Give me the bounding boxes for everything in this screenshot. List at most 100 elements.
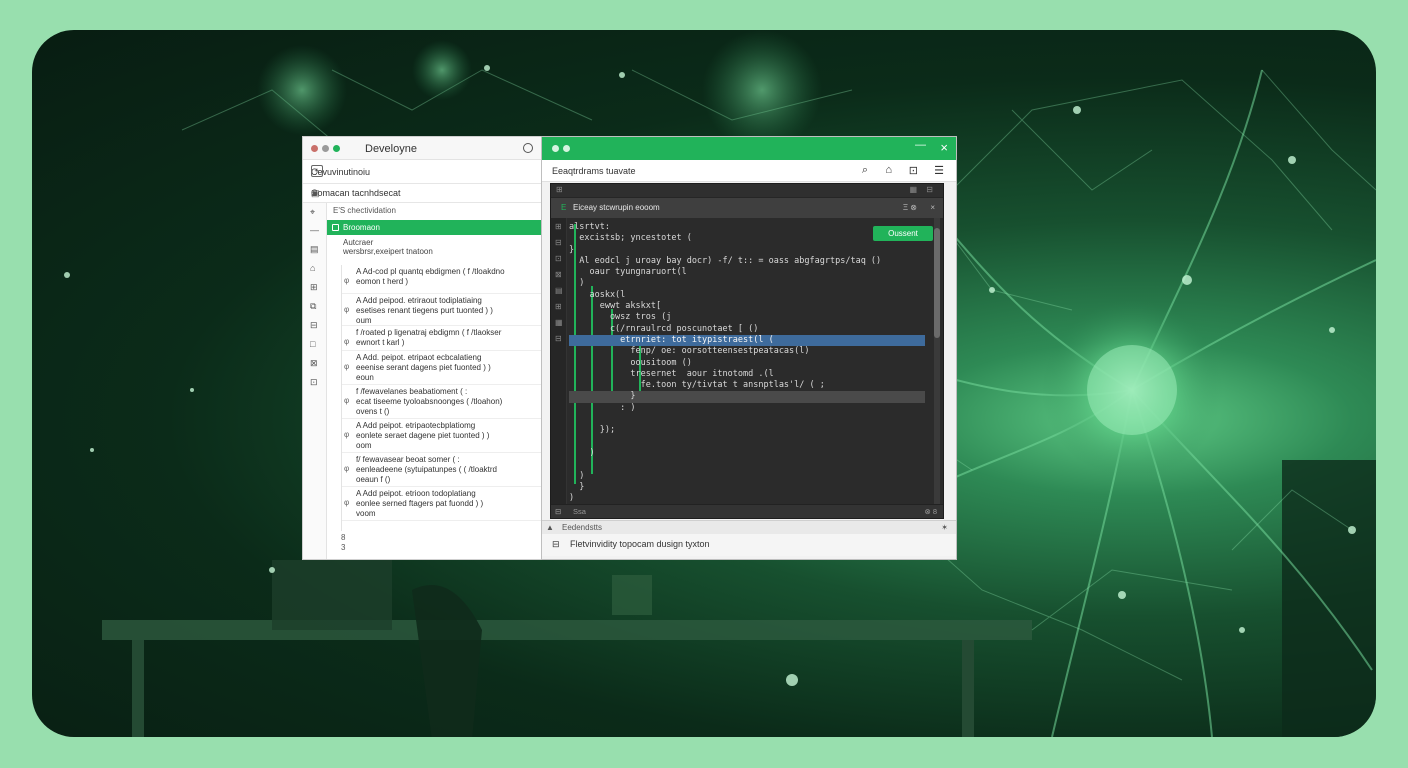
gutter-icon: ⊞: [555, 302, 562, 311]
minimize-icon[interactable]: —: [915, 139, 926, 151]
code-line[interactable]: alsrtvt:: [569, 222, 925, 233]
item-marker-icon: φ: [344, 305, 350, 314]
item-marker-icon: φ: [344, 337, 350, 346]
code-line[interactable]: fenp/ oe: oorsotteensestpeatacas(l): [569, 346, 925, 357]
panel-icon[interactable]: ▦: [909, 185, 917, 194]
code-line[interactable]: excistsb; yncestotet (: [569, 233, 925, 244]
graph-icon[interactable]: ⊠: [310, 358, 318, 369]
bottom-panel-bar: ▲ Eedendstts ✶: [542, 520, 956, 534]
code-line[interactable]: fe.toon ty/tivtat t ansnptlas'l/ ( ;: [569, 380, 925, 391]
item-line: eonlee serned ftagers pat fuondd ) ): [356, 499, 484, 508]
code-editor[interactable]: ⊞ ▦ ⊟ E Eiceay stcwrupin eooom Ξ ⊗ × ⊞ ⊟…: [550, 183, 944, 519]
code-line[interactable]: ): [569, 278, 925, 289]
list-item[interactable]: φ A Ad-cod pl quantq ebdigmen ( f /tloakd…: [342, 265, 541, 294]
breadcrumb: E'S chectividation: [333, 206, 396, 215]
code-line[interactable]: }: [569, 482, 925, 493]
circle-icon[interactable]: [523, 143, 533, 153]
code-line[interactable]: Al eodcl j uroay bay docr) -f/ t:: = oas…: [569, 256, 925, 267]
tab-options-icon[interactable]: Ξ ⊗: [903, 203, 917, 212]
list-item[interactable]: φ A Add. peipot. etripaot ecbcalatieng eee…: [342, 351, 541, 385]
code-line[interactable]: oaur tyungnaruort(l: [569, 267, 925, 278]
list-item[interactable]: φ A Add peipot. etrioon todoplatiang eonle…: [342, 487, 541, 521]
footer-icon: ⊟: [555, 507, 562, 516]
item-line: oom: [356, 441, 372, 450]
code-line[interactable]: : ): [569, 403, 925, 414]
tab-close-icon[interactable]: ×: [930, 203, 935, 212]
layout-icon[interactable]: ⊟: [926, 185, 933, 194]
code-line[interactable]: }: [569, 391, 925, 403]
search-icon[interactable]: ⌕: [862, 164, 868, 177]
layers-icon[interactable]: ⧉: [310, 301, 316, 312]
selected-item-label: Broomaon: [343, 223, 380, 232]
code-line[interactable]: oousitoom (): [569, 358, 925, 369]
dash-icon[interactable]: —: [310, 225, 319, 235]
item-marker-icon: φ: [344, 362, 350, 371]
item-line: eonlete seraet dagene piet tuonted ) ): [356, 431, 490, 440]
grid-icon[interactable]: ▣: [311, 188, 531, 199]
house-icon[interactable]: ⌂: [310, 263, 315, 273]
editor-gutter: ⊞ ⊟ ⊡ ⊠ ▤ ⊞ ▦ ⊟: [551, 218, 567, 504]
item-line: A Add peipod. etriraout todiplatiaing: [356, 296, 482, 305]
item-line: A Add. peipot. etripaot ecbcalatieng: [356, 353, 482, 362]
list-item[interactable]: φ f/ fewavasear beoat somer ( : eenleadeen…: [342, 453, 541, 487]
run-button[interactable]: Oussent: [873, 226, 933, 241]
window-dot-icon[interactable]: [563, 145, 570, 152]
left-subtitle-row: Cevuvinutinoiu +: [303, 160, 541, 184]
code-line[interactable]: });: [569, 425, 925, 436]
pin-icon[interactable]: ⌖: [310, 207, 315, 218]
stack-icon[interactable]: ⊡: [310, 377, 318, 388]
item-marker-icon: φ: [344, 396, 350, 405]
code-line[interactable]: aoskx(l: [569, 290, 925, 301]
code-line[interactable]: }: [569, 245, 925, 256]
code-line[interactable]: [569, 437, 925, 448]
list-item[interactable]: φ A Add peipot. etripaotecbplatiomg eonlet…: [342, 419, 541, 453]
item-line: esetises renant tiegens purt tuonted ) ): [356, 306, 493, 315]
vertical-scrollbar[interactable]: [934, 218, 940, 504]
calendar-icon[interactable]: ▤: [310, 244, 319, 255]
minimize-dot-icon[interactable]: [322, 145, 329, 152]
tree-item-list: φ A Ad-cod pl quantq ebdigmen ( f /tloakd…: [341, 265, 541, 531]
selected-tree-item[interactable]: Broomaon: [327, 220, 541, 235]
code-line[interactable]: owsz tros (j: [569, 312, 925, 323]
window-dot-icon[interactable]: [552, 145, 559, 152]
close-dot-icon[interactable]: [311, 145, 318, 152]
item-line: A Add peipot. etripaotecbplatiomg: [356, 421, 476, 430]
list-item[interactable]: φ f /roated p ligenatraj ebdigmn ( f /tla…: [342, 326, 541, 351]
bottom-panel-label: Eedendstts: [562, 523, 603, 532]
code-line[interactable]: ewwt akskxt[: [569, 301, 925, 312]
box-icon[interactable]: ⊟: [310, 320, 318, 331]
apps-icon[interactable]: ⊞: [310, 282, 318, 293]
list-item[interactable]: φ A Add peipod. etriraout todiplatiaing es…: [342, 294, 541, 326]
code-line[interactable]: ): [569, 471, 925, 482]
scroll-thumb[interactable]: [934, 228, 940, 338]
editor-footer: ⊟ Ssa ⊗ 8: [551, 504, 943, 518]
new-file-icon[interactable]: +: [311, 165, 323, 177]
background-frame: Develoyne Cevuvinutinoiu + Comacan tacnh…: [32, 30, 1376, 737]
gutter-icon: ⊞: [555, 222, 562, 231]
editor-tab[interactable]: E Eiceay stcwrupin eooom Ξ ⊗ ×: [551, 198, 943, 218]
developer-window: Develoyne Cevuvinutinoiu + Comacan tacnh…: [302, 136, 542, 560]
collapse-icon[interactable]: ▲: [546, 523, 554, 532]
code-line[interactable]: ): [569, 493, 925, 504]
menu-icon[interactable]: ☰: [934, 164, 944, 177]
item-line: oum: [356, 316, 372, 325]
editor-grid-icon[interactable]: ⊞: [556, 185, 563, 194]
maximize-dot-icon[interactable]: [333, 145, 340, 152]
star-icon[interactable]: ✶: [941, 523, 948, 532]
close-icon[interactable]: ×: [940, 140, 948, 155]
code-line[interactable]: etrnriet: tot itypistraest(l (: [569, 334, 925, 347]
item-marker-icon: φ: [344, 464, 350, 473]
item-line: ovens t (): [356, 407, 390, 416]
box-icon[interactable]: ⊡: [909, 164, 918, 177]
home-icon[interactable]: ⌂: [885, 164, 892, 176]
code-line[interactable]: [569, 414, 925, 425]
code-line[interactable]: c(/rnraulrcd poscunotaet [ (): [569, 324, 925, 335]
square-icon[interactable]: □: [310, 339, 315, 349]
editor-tab-title: Eiceay stcwrupin eooom: [573, 203, 660, 212]
code-line[interactable]: ): [569, 448, 925, 459]
code-editor-window: — × Eeaqtrdrams tuavate ⌕ ⌂ ⊡ ☰ ⊞ ▦ ⊟ E …: [541, 136, 957, 560]
code-line[interactable]: tresernet aour itnotomd .(l: [569, 369, 925, 380]
list-item[interactable]: φ f /fewavelanes beabatioment ( : ecat tis…: [342, 385, 541, 419]
code-content[interactable]: alsrtvt: excistsb; yncestotet (} Al eodc…: [569, 222, 925, 503]
code-line[interactable]: [569, 459, 925, 470]
